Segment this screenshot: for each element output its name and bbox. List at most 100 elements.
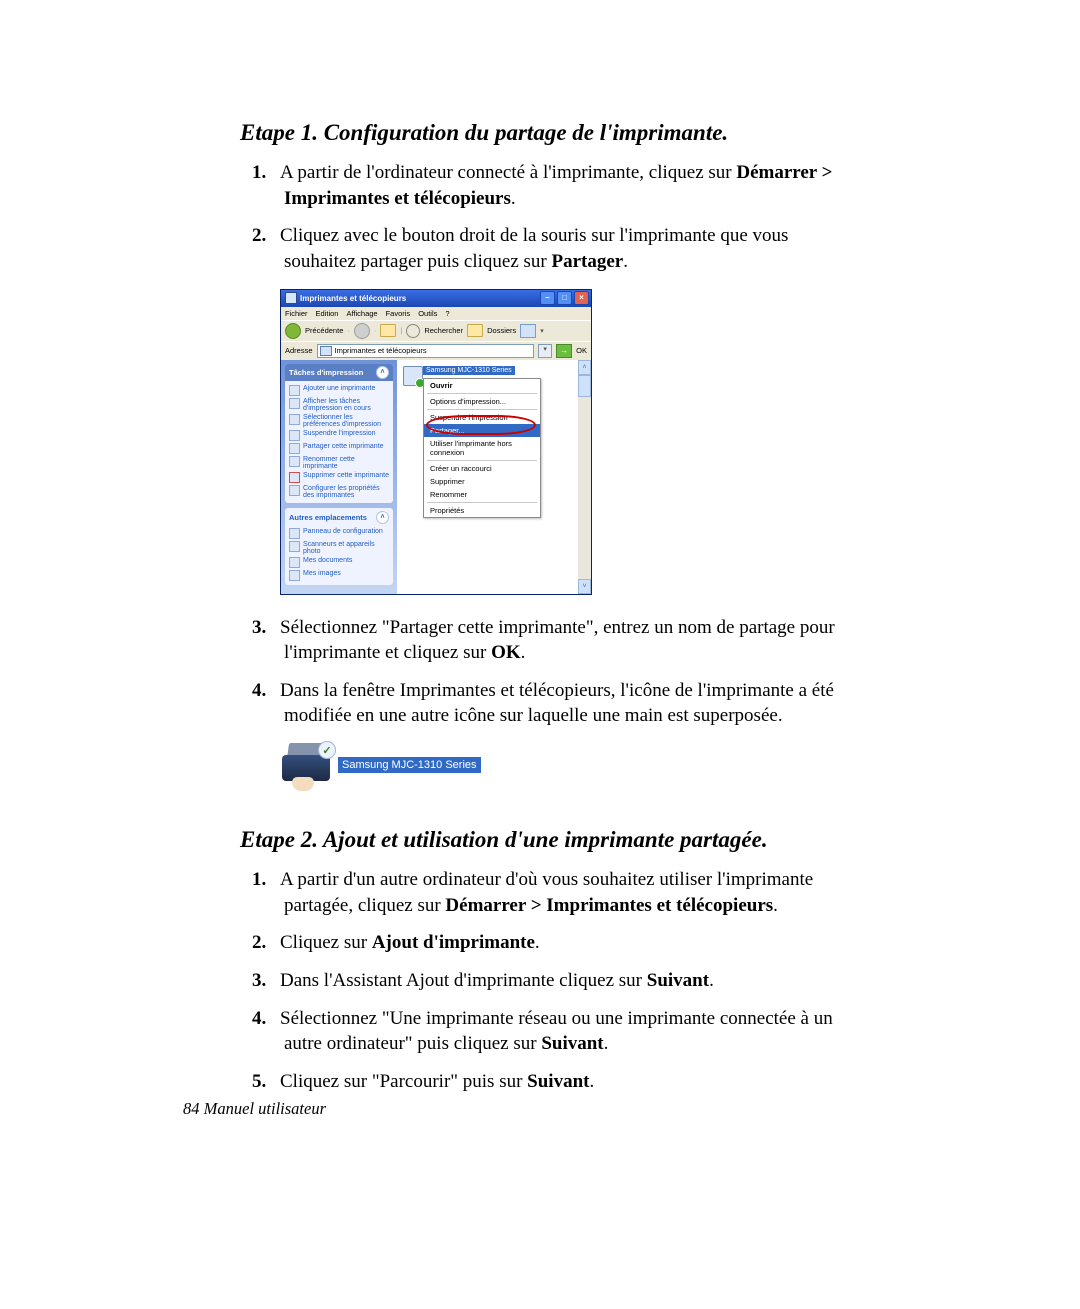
check-icon: ✓ bbox=[318, 741, 336, 759]
window-body: Tâches d'impression ˄ Ajouter une imprim… bbox=[281, 360, 591, 594]
place-my-images[interactable]: Mes images bbox=[289, 569, 389, 582]
menu-favoris[interactable]: Favoris bbox=[386, 309, 411, 318]
bold-text: Partager bbox=[551, 251, 623, 272]
link-text: Suspendre l'impression bbox=[303, 430, 376, 437]
menu-separator bbox=[427, 409, 537, 410]
separator: · bbox=[347, 326, 350, 335]
address-label: Adresse bbox=[285, 346, 313, 355]
menu-affichage[interactable]: Affichage bbox=[346, 309, 377, 318]
vertical-scrollbar[interactable]: ˄ ˅ bbox=[578, 360, 591, 594]
chevron-down-icon[interactable]: ▾ bbox=[538, 344, 552, 358]
text: . bbox=[535, 932, 540, 953]
toolbar: Précédente · · | Rechercher Dossiers ▾ bbox=[281, 320, 591, 341]
go-button[interactable]: → bbox=[556, 344, 572, 358]
menu-print-prefs[interactable]: Options d'impression... bbox=[424, 395, 540, 408]
places-panel: Autres emplacements ˄ Panneau de configu… bbox=[285, 508, 393, 585]
list-number: 2. bbox=[252, 223, 280, 249]
place-my-documents[interactable]: Mes documents bbox=[289, 556, 389, 569]
step1-list: 1.A partir de l'ordinateur connecté à l'… bbox=[240, 160, 850, 275]
printer-label-selected[interactable]: Samsung MJC-1310 Series bbox=[423, 366, 515, 375]
menu-outils[interactable]: Outils bbox=[418, 309, 437, 318]
search-icon[interactable] bbox=[406, 324, 420, 338]
step1-title: Etape 1. Configuration du partage de l'i… bbox=[240, 120, 850, 146]
link-text: Ajouter une imprimante bbox=[303, 385, 375, 392]
search-label[interactable]: Rechercher bbox=[424, 326, 463, 335]
address-field[interactable]: Imprimantes et télécopieurs bbox=[317, 344, 535, 358]
bullet-icon bbox=[289, 430, 300, 441]
menu-share[interactable]: Partager... bbox=[424, 424, 540, 437]
views-icon[interactable] bbox=[520, 324, 536, 338]
ok-label[interactable]: OK bbox=[576, 346, 587, 355]
collapse-icon[interactable]: ˄ bbox=[376, 511, 389, 524]
task-delete[interactable]: Supprimer cette imprimante bbox=[289, 471, 389, 484]
task-prefs[interactable]: Sélectionner les préférences d'impressio… bbox=[289, 413, 389, 429]
link-text: Partager cette imprimante bbox=[303, 443, 384, 450]
scroll-thumb[interactable] bbox=[578, 375, 591, 397]
close-button[interactable]: × bbox=[574, 291, 589, 305]
step2-item-4: 4.Sélectionnez "Une imprimante réseau ou… bbox=[240, 1006, 850, 1057]
list-number: 3. bbox=[252, 968, 280, 994]
text: . bbox=[511, 188, 516, 209]
menu-rename[interactable]: Renommer bbox=[424, 488, 540, 501]
forward-icon bbox=[354, 323, 370, 339]
side-panel: Tâches d'impression ˄ Ajouter une imprim… bbox=[281, 360, 397, 594]
maximize-button[interactable]: □ bbox=[557, 291, 572, 305]
step1-item-1: 1.A partir de l'ordinateur connecté à l'… bbox=[240, 160, 850, 211]
link-text: Supprimer cette imprimante bbox=[303, 472, 389, 479]
menu-help[interactable]: ? bbox=[445, 309, 449, 318]
step1-item-4: 4.Dans la fenêtre Imprimantes et télécop… bbox=[240, 678, 850, 729]
text: A partir de l'ordinateur connecté à l'im… bbox=[280, 162, 736, 183]
folders-label[interactable]: Dossiers bbox=[487, 326, 516, 335]
back-icon[interactable] bbox=[285, 323, 301, 339]
task-add-printer[interactable]: Ajouter une imprimante bbox=[289, 384, 389, 397]
step1-list-cont: 3.Sélectionnez "Partager cette imprimant… bbox=[240, 615, 850, 730]
menu-properties[interactable]: Propriétés bbox=[424, 504, 540, 517]
up-icon[interactable] bbox=[380, 324, 396, 337]
bullet-icon bbox=[289, 385, 300, 396]
task-share[interactable]: Partager cette imprimante bbox=[289, 442, 389, 455]
back-label[interactable]: Précédente bbox=[305, 326, 343, 335]
menu-separator bbox=[427, 502, 537, 503]
scroll-down-icon[interactable]: ˅ bbox=[578, 579, 591, 594]
list-number: 1. bbox=[252, 867, 280, 893]
menu-pause[interactable]: Suspendre l'impression bbox=[424, 411, 540, 424]
scroll-track[interactable] bbox=[578, 397, 591, 579]
chevron-down-icon[interactable]: ▾ bbox=[540, 327, 544, 335]
tasks-panel: Tâches d'impression ˄ Ajouter une imprim… bbox=[285, 364, 393, 503]
hand-icon bbox=[292, 777, 314, 791]
bullet-icon bbox=[289, 528, 300, 539]
bullet-icon bbox=[289, 485, 300, 496]
text: . bbox=[604, 1033, 609, 1054]
task-rename[interactable]: Renommer cette imprimante bbox=[289, 455, 389, 471]
step2-item-5: 5.Cliquez sur "Parcourir" puis sur Suiva… bbox=[240, 1069, 850, 1095]
menu-fichier[interactable]: Fichier bbox=[285, 309, 308, 318]
link-text: Sélectionner les préférences d'impressio… bbox=[303, 414, 389, 428]
menu-offline[interactable]: Utiliser l'imprimante hors connexion bbox=[424, 437, 540, 459]
bullet-icon bbox=[289, 443, 300, 454]
menu-delete[interactable]: Supprimer bbox=[424, 475, 540, 488]
bullet-icon bbox=[289, 456, 300, 467]
menu-shortcut[interactable]: Créer un raccourci bbox=[424, 462, 540, 475]
minimize-button[interactable]: – bbox=[540, 291, 555, 305]
window-title: Imprimantes et télécopieurs bbox=[300, 294, 406, 303]
folders-icon[interactable] bbox=[467, 324, 483, 337]
collapse-icon[interactable]: ˄ bbox=[376, 366, 389, 379]
link-text: Mes images bbox=[303, 570, 341, 577]
text: . bbox=[773, 895, 778, 916]
text: Cliquez sur "Parcourir" puis sur bbox=[280, 1071, 527, 1092]
menu-edition[interactable]: Edition bbox=[316, 309, 339, 318]
printer-icon[interactable] bbox=[403, 366, 423, 386]
bold-text: Suivant bbox=[541, 1033, 603, 1054]
bullet-icon bbox=[289, 398, 300, 409]
menu-open[interactable]: Ouvrir bbox=[424, 379, 540, 392]
place-control-panel[interactable]: Panneau de configuration bbox=[289, 527, 389, 540]
link-text: Panneau de configuration bbox=[303, 528, 383, 535]
context-menu: Ouvrir Options d'impression... Suspendre… bbox=[423, 378, 541, 518]
window: Imprimantes et télécopieurs – □ × Fichie… bbox=[280, 289, 592, 595]
task-properties[interactable]: Configurer les propriétés des imprimante… bbox=[289, 484, 389, 500]
place-scanners[interactable]: Scanneurs et appareils photo bbox=[289, 540, 389, 556]
task-view-jobs[interactable]: Afficher les tâches d'impression en cour… bbox=[289, 397, 389, 413]
task-pause[interactable]: Suspendre l'impression bbox=[289, 429, 389, 442]
places-title: Autres emplacements bbox=[289, 513, 367, 522]
scroll-up-icon[interactable]: ˄ bbox=[578, 360, 591, 375]
